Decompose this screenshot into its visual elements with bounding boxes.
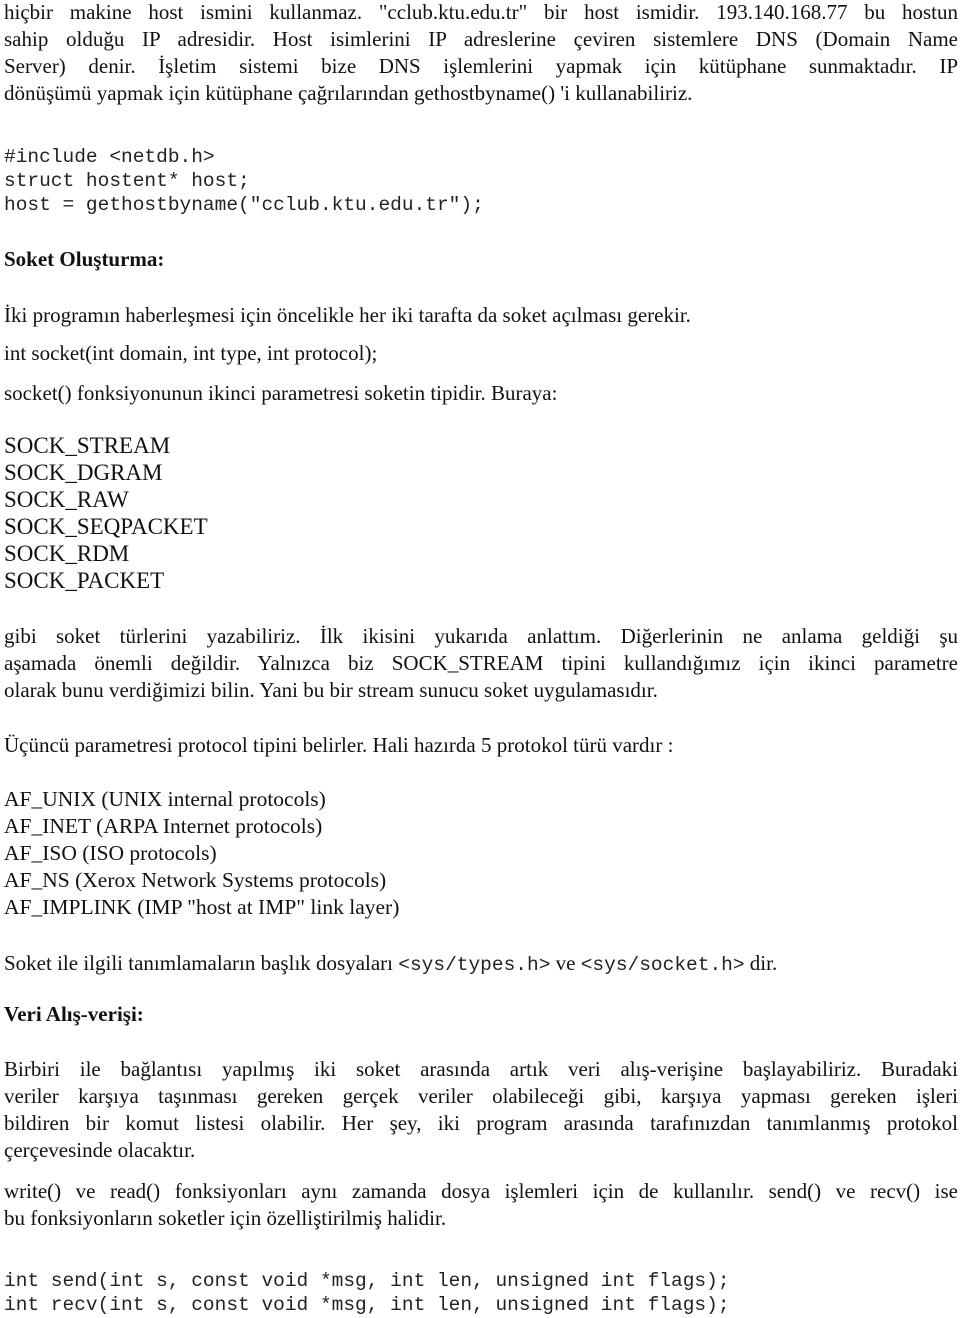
text-line: write() ve read() fonksiyonları aynı zam…	[4, 1179, 958, 1203]
intro-paragraph: hiçbir makine host ismini kullanmaz. "cc…	[4, 0, 958, 107]
list-item: SOCK_PACKET	[4, 568, 165, 593]
socket-types-list: SOCK_STREAM SOCK_DGRAM SOCK_RAW SOCK_SEQPAC…	[4, 432, 208, 594]
paragraph-send-recv: write() ve read() fonksiyonları aynı zam…	[4, 1178, 958, 1232]
code-block-send-recv: int send(int s, const void *msg, int len…	[4, 1269, 730, 1317]
list-item: AF_ISO (ISO protocols)	[4, 841, 217, 865]
text-line: dönüşümü yapmak için kütüphane çağrıları…	[4, 81, 693, 105]
section-heading-veri-alis-verisi: Veri Alış-verişi:	[4, 1002, 144, 1026]
list-item: AF_INET (ARPA Internet protocols)	[4, 814, 323, 838]
paragraph-protocol: Üçüncü parametresi protocol tipini belir…	[4, 733, 674, 757]
text-line: olarak bunu verdiğimizi bilin. Yani bu b…	[4, 678, 658, 702]
paragraph-data-exchange: Birbiri ile bağlantısı yapılmış iki soke…	[4, 1056, 958, 1164]
list-item: SOCK_RAW	[4, 487, 129, 512]
text-line: veriler karşıya taşınması gereken gerçek…	[4, 1084, 958, 1108]
text-line: çerçevesinde olacaktır.	[4, 1138, 196, 1162]
paragraph-socket-intro: İki programın haberleşmesi için öncelikl…	[4, 303, 691, 327]
socket-signature: int socket(int domain, int type, int pro…	[4, 341, 378, 365]
text-line: bu fonksiyonların soketler için özellişt…	[4, 1206, 447, 1230]
text-line: aşamada önemli değildir. Yalnızca biz SO…	[4, 651, 958, 675]
header-file: <sys/socket.h>	[580, 954, 745, 976]
code-line: #include <netdb.h>	[4, 146, 215, 168]
section-heading-soket-olusturma: Soket Oluşturma:	[4, 247, 165, 271]
list-item: SOCK_SEQPACKET	[4, 514, 208, 539]
text: dir.	[744, 951, 778, 975]
text: ve	[550, 951, 581, 975]
code-line: int send(int s, const void *msg, int len…	[4, 1270, 730, 1292]
list-item: SOCK_STREAM	[4, 433, 171, 458]
list-item: AF_UNIX (UNIX internal protocols)	[4, 787, 326, 811]
list-item: SOCK_RDM	[4, 541, 130, 566]
code-block-gethostbyname: #include <netdb.h> struct hostent* host; h…	[4, 145, 484, 217]
text-line: sahip olduğu IP adresidir. Host isimleri…	[4, 27, 958, 51]
list-item: SOCK_DGRAM	[4, 460, 163, 485]
text-line: gibi soket türlerini yazabiliriz. İlk ik…	[4, 624, 958, 648]
header-file: <sys/types.h>	[398, 954, 551, 976]
code-line: host = gethostbyname("cclub.ktu.edu.tr")…	[4, 194, 484, 216]
code-line: struct hostent* host;	[4, 170, 250, 192]
protocol-list: AF_UNIX (UNIX internal protocols) AF_INET…	[4, 786, 399, 921]
code-line: int recv(int s, const void *msg, int len…	[4, 1294, 730, 1316]
text-line: Server) denir. İşletim sistemi bize DNS …	[4, 54, 958, 78]
text-line: bildiren bir komut listesi olabilir. Her…	[4, 1111, 958, 1135]
list-item: AF_NS (Xerox Network Systems protocols)	[4, 868, 387, 892]
list-item: AF_IMPLINK (IMP "host at IMP" link layer…	[4, 895, 400, 919]
text-line: hiçbir makine host ismini kullanmaz. "cc…	[4, 0, 958, 24]
text: Soket ile ilgili tanımlamaların başlık d…	[4, 951, 399, 975]
paragraph-socket-types-note: gibi soket türlerini yazabiliriz. İlk ik…	[4, 623, 958, 704]
text-line: Birbiri ile bağlantısı yapılmış iki soke…	[4, 1057, 958, 1081]
paragraph-header-files: Soket ile ilgili tanımlamaların başlık d…	[4, 950, 777, 979]
paragraph-socket-type: socket() fonksiyonunun ikinci parametres…	[4, 381, 558, 405]
